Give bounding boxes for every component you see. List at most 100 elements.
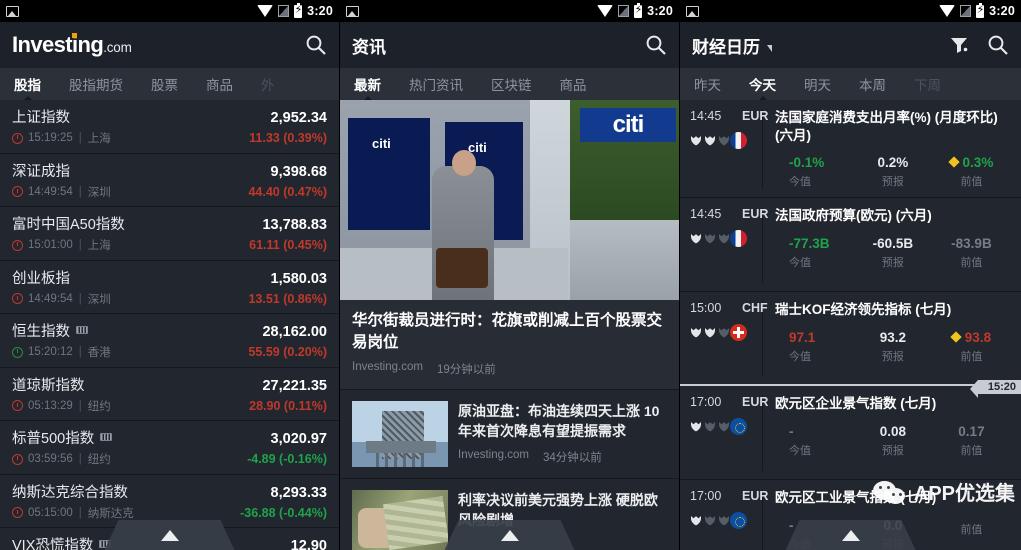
separator: | — [78, 506, 82, 519]
quote-change: 55.59 (0.20%) — [248, 345, 327, 359]
calendar-title-dropdown[interactable]: 财经日历 — [692, 33, 772, 58]
event-forecast: 93.2 预报 — [854, 330, 933, 364]
quote-time: 05:15:00 — [28, 506, 73, 519]
calendar-event-body: 法国家庭消费支出月率(%) (月度环比) (六月) -0.1% 今值 0.2% 预报 0.… — [762, 109, 1021, 190]
citibank-atm-photo[interactable]: citi citi citi — [340, 100, 679, 300]
quote-exchange: 深圳 — [87, 293, 111, 306]
volatility-bull-icon — [704, 233, 716, 244]
quote-exchange: 上海 — [87, 240, 111, 252]
battery-charging-icon — [634, 2, 642, 18]
table-row[interactable]: 道琼斯指数 27,221.35 05:13:29 | 纽约 28.90 (0.11%) — [0, 368, 339, 421]
calendar-event-body: 瑞士KOF经济领先指标 (七月) 97.1 今值 93.2 预报 93.8 前值 — [762, 301, 1021, 378]
table-row[interactable]: 恒生指数 28,162.00 15:20:12 | 香港 55.59 (0.20%) — [0, 314, 339, 368]
search-icon[interactable] — [645, 34, 667, 56]
event-previous-label: 前值 — [960, 176, 983, 189]
event-actual-label: 今值 — [789, 176, 811, 189]
event-previous-label: 前值 — [960, 523, 983, 536]
table-row[interactable]: 富时中国A50指数 13,788.83 15:01:00 | 上海 61.11 (0.45… — [0, 207, 339, 261]
event-name: 瑞士KOF经济领先指标 (七月) — [775, 302, 952, 318]
tab-news-1[interactable]: 热门资讯 — [395, 68, 477, 100]
quote-change: -36.88 (-0.44%) — [240, 505, 327, 520]
hero-article[interactable]: 华尔街裁员进行时：花旗或削减上百个股票交易岗位 Investing.com 19… — [340, 300, 679, 389]
scroll-up-arrow-icon[interactable] — [104, 520, 235, 550]
table-row[interactable]: 创业板指 1,580.03 14:49:54 | 深圳 13.51 (0.86%) — [0, 261, 339, 314]
country-flag — [730, 418, 747, 436]
tab-label: 下周 — [914, 78, 941, 93]
news-list: citi citi citi 华尔街裁员进行时：花旗或削减上百个股票交易岗位 In… — [340, 100, 679, 550]
app-bar-news: 资讯 — [340, 22, 679, 68]
volatility-bull-icon — [690, 135, 702, 146]
calendar-event-left: 17:00 EUR — [680, 489, 768, 550]
tab-news-0[interactable]: 最新 — [340, 68, 395, 100]
event-actual: 97.1 今值 — [775, 330, 854, 364]
calendar-event-row[interactable]: 14:45 EUR 法国政府预算(欧元) (六月) -77.3B 今值 -60.5B 预报 -… — [680, 198, 1021, 293]
search-icon[interactable] — [305, 34, 327, 56]
event-forecast-value: -60.5B — [872, 235, 914, 251]
tab-markets-4[interactable]: 外 — [247, 68, 289, 100]
tab-news-2[interactable]: 区块链 — [477, 68, 546, 100]
filter-icon[interactable] — [949, 35, 969, 55]
event-actual: -0.1% 今值 — [775, 155, 854, 189]
event-name: 欧元区企业景气指数 (七月) — [775, 396, 937, 412]
tab-calendar-4[interactable]: 下周 — [900, 68, 955, 100]
country-flag — [730, 512, 747, 530]
scroll-up-arrow-icon[interactable] — [785, 520, 916, 550]
calendar-event-row[interactable]: 15:00 CHF 瑞士KOF经济领先指标 (七月) 97.1 今值 93.2 预报 93.8… — [680, 292, 1021, 399]
quote-name: 上证指数 — [12, 110, 70, 126]
article-title: 原油亚盘：布油连续四天上涨 10年来首次降息有望提振需求 — [458, 403, 660, 440]
quote-last-price: 2,952.34 — [270, 110, 327, 126]
volatility-bull-icon — [690, 421, 702, 432]
quote-name: 恒生指数 — [12, 324, 70, 340]
calendar-event-row[interactable]: 14:45 EUR 法国家庭消费支出月率(%) (月度环比) (六月) -0.1% 今值… — [680, 100, 1021, 199]
event-previous-label: 前值 — [960, 350, 983, 363]
app-bar-calendar: 财经日历 — [680, 22, 1021, 68]
event-previous: 0.3% 前值 — [932, 155, 1011, 189]
hero-article-age: 19分钟以前 — [436, 364, 496, 376]
panel-markets-quotes: 3:20 Investing .com 股指 股指期货 股票 商品 外 上证指数 2,95… — [0, 0, 340, 550]
tab-calendar-0[interactable]: 昨天 — [680, 68, 735, 100]
event-previous-label: 前值 — [960, 256, 983, 269]
table-row[interactable]: 上证指数 2,952.34 15:19:25 | 上海 11.33 (0.39%) — [0, 100, 339, 154]
event-values: -0.1% 今值 0.2% 预报 0.3% 前值 — [775, 155, 1011, 189]
search-icon[interactable] — [987, 34, 1009, 56]
volatility-bull-icon — [704, 515, 716, 526]
table-row[interactable]: 纳斯达克综合指数 8,293.33 05:15:00 | 纳斯达克 -36.88 (-0.… — [0, 475, 339, 528]
calendar-event-left: 14:45 EUR — [680, 207, 768, 283]
event-actual: - 今值 — [775, 424, 854, 458]
calendar-event-row[interactable]: 17:00 EUR 欧元区企业景气指数 (七月) - 今值 0.08 预报 0.17 前值 — [680, 386, 1021, 481]
separator: | — [78, 239, 82, 251]
tab-markets-3[interactable]: 商品 — [192, 68, 247, 100]
tab-markets-1[interactable]: 股指期货 — [55, 68, 137, 100]
status-bar: 3:20 — [340, 0, 679, 22]
quote-last-price: 3,020.97 — [270, 431, 327, 447]
clock-icon — [12, 239, 23, 251]
list-item[interactable]: 原油亚盘：布油连续四天上涨 10年来首次降息有望提振需求 Investing.c… — [340, 389, 679, 478]
event-forecast-value: 0.08 — [879, 423, 906, 439]
signal-off-icon — [618, 5, 630, 17]
tab-calendar-2[interactable]: 明天 — [790, 68, 845, 100]
separator: | — [78, 453, 82, 465]
tab-label: 昨天 — [694, 78, 721, 93]
separator: | — [78, 292, 82, 305]
volatility-meter — [690, 327, 762, 338]
scroll-up-arrow-icon[interactable] — [444, 520, 575, 550]
tab-calendar-3[interactable]: 本周 — [845, 68, 900, 100]
clock-icon — [12, 507, 23, 518]
cash-money-photo — [352, 490, 448, 550]
event-forecast: -60.5B 预报 — [854, 236, 933, 270]
quotes-list[interactable]: 上证指数 2,952.34 15:19:25 | 上海 11.33 (0.39%) 深证成指… — [0, 100, 339, 550]
tab-markets-0[interactable]: 股指 — [0, 68, 55, 100]
table-row[interactable]: 标普500指数 3,020.97 03:59:56 | 纽约 -4.89 (-0.16%) — [0, 421, 339, 475]
tab-label: 区块链 — [491, 78, 532, 93]
tab-label: 热门资讯 — [409, 78, 463, 93]
table-row[interactable]: 深证成指 9,398.68 14:49:54 | 深圳 44.40 (0.47%) — [0, 154, 339, 207]
tab-news-3[interactable]: 商品 — [546, 68, 601, 100]
tab-markets-2[interactable]: 股票 — [137, 68, 192, 100]
separator: | — [78, 346, 82, 358]
status-bar: 3:20 — [0, 0, 339, 22]
volatility-meter — [690, 515, 762, 526]
quote-time: 14:49:54 — [28, 292, 73, 305]
event-actual-value: 97.1 — [789, 329, 816, 345]
quote-time: 05:13:29 — [28, 399, 73, 412]
tab-calendar-1[interactable]: 今天 — [735, 68, 790, 100]
